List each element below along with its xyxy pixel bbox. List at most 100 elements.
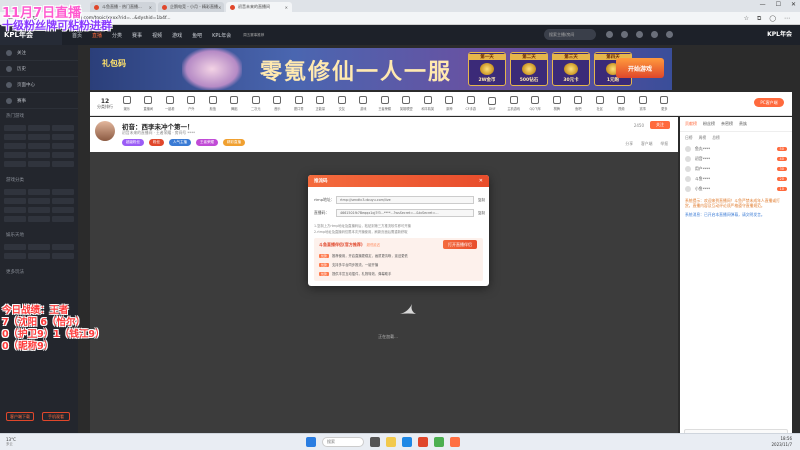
rank-row[interactable]: 初音**** 40 [680,154,792,164]
category-item[interactable]: 棋牌 [546,96,568,111]
rank-row[interactable]: 用户**** 30 [680,164,792,174]
sidebar-link[interactable] [52,207,74,213]
browser-tab[interactable]: 企鹅电竞 - 小月 - 精彩直播 ✕ [158,2,224,12]
category-item[interactable]: QQ飞车 [525,96,547,111]
nav-events[interactable]: 赛事 [132,32,142,39]
rank-row[interactable]: 小鱼**** 10 [680,184,792,194]
rtmp-url-field[interactable]: rtmp://sendtc3.douyu.com/live [336,196,474,204]
close-icon[interactable]: ✕ [479,178,483,184]
close-tab-icon[interactable]: ✕ [285,5,288,10]
sidebar-link[interactable] [4,152,26,158]
sidebar-link[interactable] [28,244,50,250]
category-item[interactable]: 一起看 [159,96,181,111]
browser-tab-active[interactable]: 初音未来的直播间 ✕ [226,2,292,12]
sidebar-link[interactable] [4,143,26,149]
nav-promo[interactable]: 周五赛事推荐 [243,33,264,37]
sidebar-link[interactable] [52,244,74,250]
sidebar-link[interactable] [52,189,74,195]
sidebar-link[interactable] [52,198,74,204]
start-game-button[interactable]: 开始游戏 [616,58,664,78]
sidebar-link[interactable] [28,207,50,213]
sidebar-item-history[interactable]: 历史 [0,61,78,77]
tab-noble[interactable]: 贵族 [739,121,747,127]
avatar-icon[interactable] [666,31,673,38]
sidebar-link[interactable] [4,189,26,195]
nav-fishbar[interactable]: 鱼吧 [192,32,202,39]
sidebar-link[interactable] [52,161,74,167]
close-tab-icon[interactable]: ✕ [218,5,221,10]
room-tag[interactable]: 粉丝 [149,139,164,146]
sidebar-link[interactable] [52,152,74,158]
maximize-icon[interactable]: ☐ [776,1,781,8]
edge-icon[interactable] [402,437,412,447]
category-item[interactable]: 娱乐 [116,96,138,111]
sidebar-link[interactable] [4,161,26,167]
tab-intimacy[interactable]: 亲密榜 [721,121,733,127]
room-tag[interactable]: 超级粉丝 [122,139,144,146]
star-icon[interactable]: ☆ [744,15,749,23]
category-item[interactable]: 二次元 [245,96,267,111]
category-item[interactable]: 原神 [439,96,461,111]
extensions-icon[interactable]: ⧉ [757,15,761,23]
category-rank[interactable]: 12 分类排行 [94,98,116,109]
report-button[interactable]: 举报 [660,141,668,147]
category-item[interactable]: 户外 [181,96,203,111]
sidebar-link[interactable] [4,207,26,213]
rank-row[interactable]: 鱼丸**** 50 [680,144,792,154]
category-item[interactable]: 正能量 [310,96,332,111]
tab-contribution[interactable]: 贡献榜 [685,121,697,127]
category-item[interactable]: 舞蹈 [224,96,246,111]
taskbar-search[interactable]: 搜索 [322,437,364,447]
sidebar-link[interactable] [28,161,50,167]
sidebar-item-center[interactable]: 页面中心 [0,77,78,93]
sidebar-link[interactable] [4,134,26,140]
stream-code-field[interactable]: 4661501fk7Beqqx1qj7f3...****...?wsSecret… [336,209,474,217]
sidebar-item-follow[interactable]: 关注 [0,45,78,61]
mobile-watch-button[interactable]: 手机观看 [42,412,70,421]
nav-right-logo[interactable]: KPL年会 [767,29,792,38]
subtab-week[interactable]: 周榜 [699,135,707,141]
room-tag[interactable]: 人气主播 [169,139,191,146]
category-item[interactable]: 英雄联盟 [396,96,418,111]
share-button[interactable]: 分享 [625,141,633,147]
weather-widget[interactable]: 13°C 多云 [6,437,16,447]
close-tab-icon[interactable]: ✕ [149,5,152,10]
category-item[interactable]: 交友 [331,96,353,111]
download-icon[interactable] [651,31,658,38]
category-item[interactable]: 王者荣耀 [374,96,396,111]
nav-kpl[interactable]: KPL年会 [212,32,231,39]
subtab-total[interactable]: 总榜 [712,135,720,141]
sidebar-link[interactable] [28,152,50,158]
close-window-icon[interactable]: ✕ [791,1,796,8]
nav-category[interactable]: 分类 [112,32,122,39]
open-assistant-button[interactable]: 打开直播伴侣 [443,240,477,249]
task-view-icon[interactable] [370,437,380,447]
rank-row[interactable]: 斗鱼**** 20 [680,174,792,184]
category-item[interactable]: DNF [482,96,504,111]
client-button[interactable]: 客户端 [641,141,652,147]
profile-icon[interactable]: ◯ [769,15,776,23]
file-explorer-icon[interactable] [386,437,396,447]
sidebar-link[interactable] [52,216,74,222]
pc-client-button[interactable]: PC客户端 [754,98,784,107]
follow-button[interactable]: 关注 [650,121,670,129]
sidebar-item-events[interactable]: 赛事 [0,93,78,109]
sidebar-link[interactable] [52,134,74,140]
tab-fans[interactable]: 粉丝榜 [703,121,715,127]
room-tag[interactable]: 王者荣耀 [196,139,218,146]
category-item[interactable]: 游戏 [353,96,375,111]
follow-icon[interactable] [621,31,628,38]
menu-icon[interactable]: ⋯ [784,15,790,23]
category-item[interactable]: CF手游 [460,96,482,111]
sidebar-link[interactable] [52,143,74,149]
category-item[interactable]: 鱼吧 [568,96,590,111]
copy-code-button[interactable]: 复制 [478,211,485,216]
category-item[interactable]: 社区 [589,96,611,111]
browser-tab[interactable]: 斗鱼直播 - 热门直播... ✕ [90,2,156,12]
category-item[interactable]: 和平精英 [417,96,439,111]
nav-games[interactable]: 游戏 [172,32,182,39]
nav-video[interactable]: 视频 [152,32,162,39]
category-item[interactable]: 音乐 [267,96,289,111]
douyu-icon[interactable] [418,437,428,447]
sidebar-link[interactable] [28,216,50,222]
